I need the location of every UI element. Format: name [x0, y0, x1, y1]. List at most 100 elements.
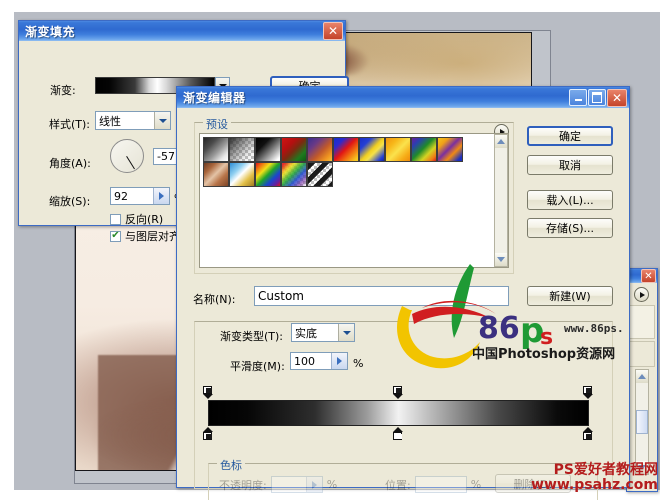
style-select-value: 线性 — [99, 114, 121, 128]
name-input-value: Custom — [258, 289, 304, 303]
position-input[interactable] — [414, 476, 467, 493]
color-stop-marker[interactable] — [203, 427, 214, 440]
side-palette: ✕ — [626, 268, 658, 492]
preset-swatch-foreground-to-transparent[interactable] — [229, 137, 255, 162]
presets-listbox[interactable] — [199, 133, 509, 268]
presets-scroll-down-icon[interactable] — [495, 253, 507, 266]
opacity-stop-marker[interactable] — [393, 386, 404, 399]
minimize-icon[interactable] — [569, 89, 587, 106]
smoothness-unit: % — [353, 357, 364, 370]
preset-swatch-transparent-rainbow[interactable] — [281, 162, 307, 187]
opacity-row[interactable]: 不透明度: % — [219, 476, 337, 493]
scrollbar-thumb[interactable] — [636, 410, 648, 434]
gradient-type-value: 实底 — [295, 326, 317, 340]
preset-swatch-fill — [204, 163, 228, 186]
angle-dial[interactable] — [110, 139, 144, 173]
editor-cancel-button[interactable]: 取消 — [527, 155, 613, 175]
preset-swatch-copper[interactable] — [203, 162, 229, 187]
editor-ok-button[interactable]: 确定 — [527, 126, 613, 146]
preset-swatch-orange-yellow-orange[interactable] — [385, 137, 411, 162]
preset-swatch-fill — [282, 138, 306, 161]
position-row[interactable]: 位置: % — [385, 476, 481, 493]
screen: ✕ 渐变填充 ✕ 渐变: 样式(T): 线性 角度(A): -57.99 缩放(… — [0, 0, 660, 500]
side-palette-close-label: ✕ — [644, 270, 653, 282]
preset-swatch-blue-red-yellow[interactable] — [333, 137, 359, 162]
preset-swatch-fill — [230, 138, 254, 161]
side-palette-flyout-icon[interactable] — [634, 287, 649, 302]
color-stop-marker[interactable] — [393, 427, 404, 440]
opacity-unit: % — [326, 478, 338, 491]
smoothness-value: 100 — [294, 354, 315, 368]
scale-row-label: 缩放(S): — [49, 195, 91, 208]
preset-swatch-fill — [204, 138, 228, 161]
opacity-stop-marker[interactable] — [583, 386, 594, 399]
preset-swatch-red-green[interactable] — [281, 137, 307, 162]
opacity-input[interactable] — [270, 476, 323, 493]
preset-swatch-violet-orange[interactable] — [307, 137, 333, 162]
opacity-stop-marker[interactable] — [203, 386, 214, 399]
stop-marker-swatch — [585, 388, 592, 393]
close-icon[interactable]: ✕ — [323, 22, 343, 40]
side-palette-slot-1 — [629, 305, 655, 339]
reverse-checkbox-row[interactable]: 反向(R) — [110, 211, 163, 227]
style-row-label: 样式(T): — [49, 118, 91, 131]
preset-swatch-fill — [360, 138, 384, 161]
gradient-type-chevron-down-icon[interactable] — [338, 324, 354, 341]
side-palette-close-icon[interactable]: ✕ — [641, 269, 656, 283]
gradient-type-label: 渐变类型(T): — [218, 328, 286, 344]
stop-marker-swatch — [395, 434, 402, 439]
preset-swatch-fill — [282, 163, 306, 186]
preset-swatch-yellow-violet-orange-blue[interactable] — [437, 137, 463, 162]
preset-swatch-grid[interactable] — [203, 137, 473, 187]
style-select[interactable]: 线性 — [95, 111, 171, 130]
preset-swatch-chrome[interactable] — [229, 162, 255, 187]
gradient-editor-title: 渐变编辑器 — [183, 91, 246, 105]
name-input[interactable]: Custom — [254, 286, 509, 306]
preset-swatch-blue-yellow-blue[interactable] — [359, 137, 385, 162]
chevron-down-icon[interactable] — [154, 112, 170, 129]
workspace-top-margin — [0, 0, 660, 12]
gradient-editor-titlebar[interactable]: 渐变编辑器 ✕ — [177, 87, 629, 109]
editor-save-button[interactable]: 存储(S)... — [527, 218, 613, 238]
maximize-icon[interactable] — [588, 89, 606, 106]
editor-load-button[interactable]: 载入(L)... — [527, 190, 613, 210]
scale-stepper-icon[interactable] — [153, 188, 169, 204]
position-label: 位置: — [385, 478, 411, 492]
preset-swatch-transparent-stripes[interactable] — [307, 162, 333, 187]
angle-dial-needle — [126, 156, 135, 170]
stop-marker-swatch — [205, 434, 212, 439]
gradient-editor-close-glyph: ✕ — [611, 90, 623, 105]
editor-ok-label: 确定 — [559, 130, 581, 143]
presets-group-label: 预设 — [203, 116, 231, 132]
opacity-stepper-icon[interactable] — [305, 477, 322, 492]
align-with-layer-checkbox[interactable] — [110, 230, 121, 242]
editor-new-label: 新建(W) — [549, 290, 591, 303]
smoothness-stepper-icon[interactable] — [331, 353, 347, 369]
gradient-editing-bar[interactable] — [208, 400, 589, 426]
angle-row-label: 角度(A): — [49, 157, 91, 170]
reverse-checkbox[interactable] — [110, 213, 121, 225]
scale-input[interactable]: 92 — [110, 187, 170, 205]
gradient-fill-title: 渐变填充 — [25, 24, 76, 39]
preset-swatch-foreground-to-background[interactable] — [203, 137, 229, 162]
gradient-fill-titlebar[interactable]: 渐变填充 ✕ — [19, 21, 345, 42]
color-stop-marker[interactable] — [583, 427, 594, 440]
preset-swatch-fill — [438, 138, 462, 161]
preset-swatch-black-white[interactable] — [255, 137, 281, 162]
workspace-left-margin — [0, 0, 14, 500]
editor-save-label: 存储(S)... — [545, 222, 595, 235]
smoothness-input[interactable]: 100 — [290, 352, 348, 370]
preset-swatch-violet-green-orange[interactable] — [411, 137, 437, 162]
gradient-editor-body: 预设 确定 取消 载入(L)... 存储(S)... 新建(W) 名称(N): … — [177, 108, 629, 500]
side-palette-slot-2 — [629, 341, 655, 367]
presets-scrollbar[interactable] — [494, 134, 508, 267]
gradient-editor-close-icon[interactable]: ✕ — [607, 88, 627, 107]
presets-scroll-up-icon[interactable] — [495, 135, 507, 148]
preset-swatch-fill — [256, 163, 280, 186]
gradient-type-select[interactable]: 实底 — [291, 323, 355, 342]
side-palette-titlebar: ✕ — [627, 269, 657, 284]
editor-new-button[interactable]: 新建(W) — [527, 286, 613, 306]
side-palette-scrollbar[interactable] — [635, 369, 649, 475]
preset-swatch-spectrum[interactable] — [255, 162, 281, 187]
scroll-up-icon[interactable] — [636, 370, 648, 383]
